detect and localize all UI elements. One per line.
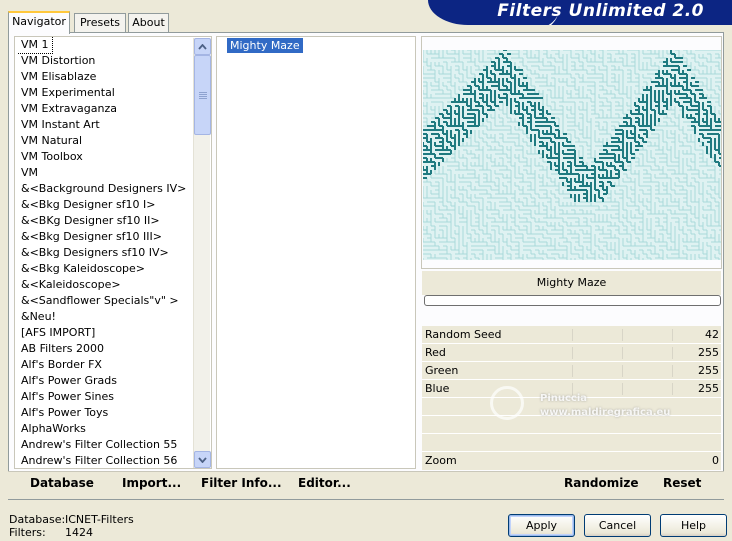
category-item[interactable]: &<Bkg Designers sf10 IV>	[18, 245, 194, 261]
apply-button[interactable]: Apply	[508, 514, 575, 537]
database-label: Database:	[9, 513, 66, 526]
tab-navigator[interactable]: Navigator	[8, 11, 70, 34]
category-scrollbar[interactable]	[193, 38, 211, 468]
database-button[interactable]: Database	[30, 476, 94, 490]
category-list[interactable]: VM 1 VM Distortion VM Elisablaze VM Experim…	[18, 37, 194, 467]
category-item[interactable]: VM 1	[18, 37, 53, 54]
progress-bar	[424, 295, 721, 306]
database-info: Database:ICNET-Filters Filters: 1424	[9, 513, 134, 539]
filter-list: Mighty Maze	[226, 37, 416, 467]
category-item[interactable]: AlphaWorks	[18, 421, 194, 437]
category-item[interactable]: &<Background Designers IV>	[18, 181, 194, 197]
category-item[interactable]: &Neu!	[18, 309, 194, 325]
category-item[interactable]: VM Instant Art	[18, 117, 194, 133]
param-row[interactable]: Green 255	[422, 362, 721, 380]
category-item[interactable]: VM Distortion	[18, 53, 194, 69]
tab-presets[interactable]: Presets	[74, 13, 126, 33]
category-item[interactable]: &<Kaleidoscope>	[18, 277, 194, 293]
category-item[interactable]: VM Experimental	[18, 85, 194, 101]
category-item[interactable]: Alf's Power Sines	[18, 389, 194, 405]
param-label: Random Seed	[425, 328, 502, 341]
tab-about[interactable]: About	[128, 13, 169, 33]
category-item[interactable]: &<Bkg Designer sf10 III>	[18, 229, 194, 245]
reset-button[interactable]: Reset	[663, 476, 701, 490]
import-button[interactable]: Import...	[122, 476, 181, 490]
category-item[interactable]: &<Bkg Designer sf10 I>	[18, 197, 194, 213]
param-value: 255	[698, 382, 719, 395]
app-title: Filters Unlimited 2.0	[497, 1, 704, 21]
watermark-logo-icon	[490, 386, 524, 420]
param-value: 255	[698, 364, 719, 377]
database-value: ICNET-Filters	[65, 513, 134, 526]
preview-image	[423, 50, 721, 260]
param-row[interactable]: Random Seed 42	[422, 326, 721, 344]
param-row-empty	[422, 434, 721, 452]
category-item[interactable]: VM Extravaganza	[18, 101, 194, 117]
watermark: Pinuccia www.maldiregrafica.eu	[490, 386, 670, 420]
param-value: 42	[705, 328, 719, 341]
category-item[interactable]: VM	[18, 165, 194, 181]
category-item[interactable]: &<Sandflower Specials"v" >	[18, 293, 194, 309]
scroll-up-button[interactable]	[194, 38, 211, 55]
category-item[interactable]: Andrew's Filter Collection 56	[18, 453, 194, 467]
category-item[interactable]: AB Filters 2000	[18, 341, 194, 357]
cancel-button[interactable]: Cancel	[584, 514, 651, 537]
scroll-thumb[interactable]	[194, 55, 211, 135]
filters-count-label: Filters:	[9, 526, 46, 539]
category-item[interactable]: Andrew's Filter Collection 55	[18, 437, 194, 453]
category-item[interactable]: VM Natural	[18, 133, 194, 149]
param-label: Blue	[425, 382, 450, 395]
param-value: 255	[698, 346, 719, 359]
zoom-label: Zoom	[425, 454, 457, 467]
category-item[interactable]: Alf's Power Grads	[18, 373, 194, 389]
filter-info-button[interactable]: Filter Info...	[201, 476, 282, 490]
title-banner: Filters Unlimited 2.0	[428, 0, 732, 25]
chevron-down-icon	[198, 456, 207, 463]
category-item[interactable]: VM Toolbox	[18, 149, 194, 165]
randomize-button[interactable]: Randomize	[564, 476, 638, 490]
chevron-up-icon	[198, 43, 207, 50]
zoom-value: 0	[712, 454, 719, 467]
maze-preview-graphic	[423, 50, 721, 260]
help-button[interactable]: Help	[660, 514, 727, 537]
parameter-list: Random Seed 42 Red 255 Green 255 Blue 255	[422, 326, 721, 452]
editor-button[interactable]: Editor...	[298, 476, 351, 490]
filters-count-value: 1424	[65, 526, 93, 539]
param-label: Green	[425, 364, 459, 377]
filter-name-label: Mighty Maze	[422, 271, 721, 295]
category-item[interactable]: Alf's Power Toys	[18, 405, 194, 421]
filter-item-selected[interactable]: Mighty Maze	[227, 38, 303, 53]
category-item[interactable]: &<BKg Designer sf10 II>	[18, 213, 194, 229]
category-item[interactable]: Alf's Border FX	[18, 357, 194, 373]
scroll-down-button[interactable]	[194, 451, 211, 468]
param-row[interactable]: Red 255	[422, 344, 721, 362]
param-label: Red	[425, 346, 446, 359]
category-item[interactable]: [AFS IMPORT]	[18, 325, 194, 341]
category-item[interactable]: &<Bkg Kaleidoscope>	[18, 261, 194, 277]
category-item[interactable]: VM Elisablaze	[18, 69, 194, 85]
zoom-row[interactable]: Zoom 0	[422, 452, 721, 470]
